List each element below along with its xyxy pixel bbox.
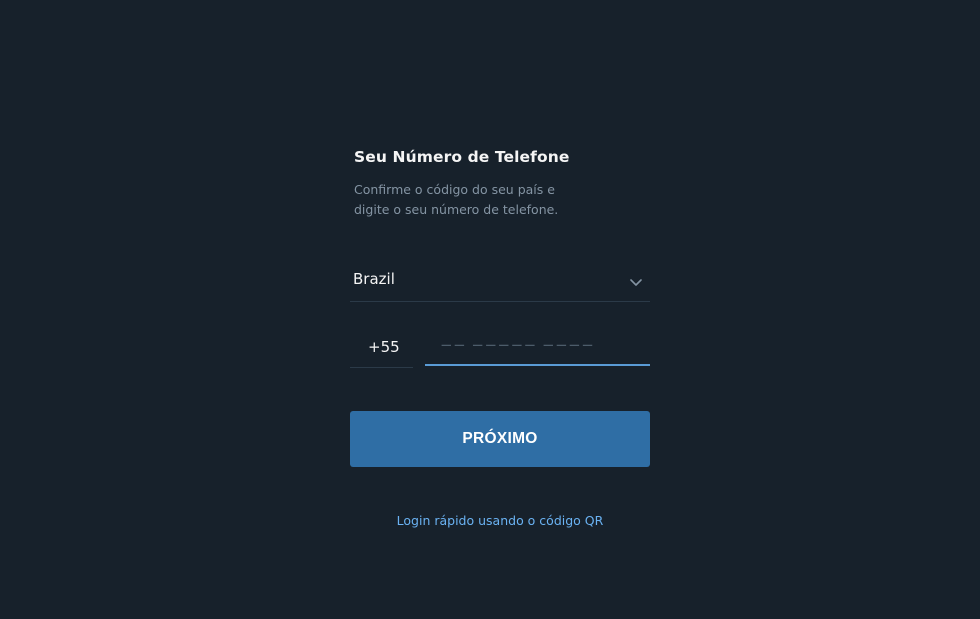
country-code-field[interactable]: +55 (350, 326, 413, 368)
phone-number-input[interactable] (425, 326, 650, 366)
next-button-label: PRÓXIMO (462, 430, 538, 447)
page-subtitle: Confirme o código do seu país e digite o… (354, 182, 559, 217)
next-button[interactable]: PRÓXIMO (350, 411, 650, 467)
page-title: Seu Número de Telefone (354, 148, 570, 166)
country-select[interactable]: Brazil (350, 262, 650, 302)
qr-login-link[interactable]: Login rápido usando o código QR (350, 513, 650, 528)
country-code-value: +55 (368, 338, 400, 356)
country-value: Brazil (353, 270, 395, 288)
login-screen: Seu Número de Telefone Confirme o código… (0, 0, 980, 619)
chevron-down-icon (630, 279, 642, 286)
